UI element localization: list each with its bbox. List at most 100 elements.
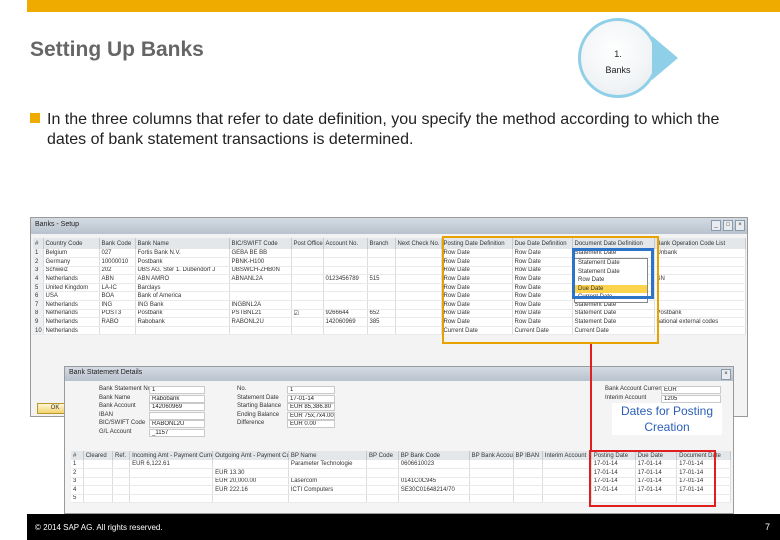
table-cell[interactable]: [129, 485, 214, 495]
table-cell[interactable]: [513, 460, 543, 469]
column-header[interactable]: Country Code: [43, 238, 100, 249]
table-cell[interactable]: [395, 309, 442, 319]
table-cell[interactable]: [323, 291, 368, 302]
table-cell[interactable]: [542, 494, 592, 503]
table-cell[interactable]: [654, 291, 746, 302]
table-cell[interactable]: [654, 266, 746, 276]
table-cell[interactable]: ABNANL2A: [229, 274, 292, 284]
field-value[interactable]: EUR 0.00: [287, 420, 335, 429]
table-cell[interactable]: EUR 6,122.61: [129, 460, 214, 469]
table-cell[interactable]: [83, 468, 114, 478]
table-cell[interactable]: [323, 249, 368, 259]
field-value[interactable]: Rabobank: [149, 394, 205, 403]
column-header[interactable]: Bank Code: [99, 238, 136, 249]
table-cell[interactable]: [367, 291, 396, 302]
table-cell[interactable]: [212, 494, 289, 503]
table-cell[interactable]: [129, 477, 214, 486]
column-header[interactable]: BP IBAN: [513, 451, 543, 460]
table-cell[interactable]: [112, 494, 131, 503]
table-cell[interactable]: [323, 326, 368, 336]
table-cell[interactable]: Unbank: [654, 249, 746, 259]
column-header[interactable]: Bank Operation Code List: [654, 238, 746, 249]
field-value[interactable]: 1205: [661, 394, 721, 403]
table-cell[interactable]: Germany: [43, 257, 100, 267]
table-cell[interactable]: [83, 494, 114, 503]
table-cell[interactable]: UBS AG. Ster 1. Dübendorf J: [135, 266, 230, 276]
table-cell[interactable]: [323, 266, 368, 276]
column-header[interactable]: Branch: [367, 238, 396, 249]
column-header[interactable]: #: [71, 451, 84, 460]
table-cell[interactable]: [654, 326, 746, 336]
field-value[interactable]: EUR: [661, 386, 721, 394]
table-cell[interactable]: [288, 494, 368, 503]
table-cell[interactable]: [469, 460, 514, 469]
table-cell[interactable]: 0141C0C945: [398, 477, 470, 486]
field-value[interactable]: RABONL2U: [149, 420, 205, 429]
table-cell[interactable]: [367, 257, 396, 267]
table-cell[interactable]: [395, 326, 442, 336]
table-cell[interactable]: EUR 13.30: [212, 468, 289, 478]
table-cell[interactable]: SN: [654, 274, 746, 284]
table-cell[interactable]: 027: [99, 249, 136, 259]
column-header[interactable]: BP Name: [288, 451, 368, 460]
table-cell[interactable]: [291, 249, 324, 259]
table-cell[interactable]: [291, 317, 324, 327]
table-cell[interactable]: [398, 494, 470, 503]
table-cell[interactable]: 0606610023: [398, 460, 470, 469]
column-header[interactable]: BP Bank Code: [398, 451, 470, 460]
table-cell[interactable]: [291, 266, 324, 276]
table-cell[interactable]: [135, 326, 230, 336]
table-cell[interactable]: Lasercom: [288, 477, 368, 486]
table-cell[interactable]: [129, 468, 214, 478]
table-cell[interactable]: [395, 300, 442, 310]
table-cell[interactable]: [291, 274, 324, 284]
table-cell[interactable]: [212, 460, 289, 469]
field-value[interactable]: [149, 411, 205, 420]
field-value[interactable]: 17-01-14: [287, 394, 335, 403]
table-cell[interactable]: EUR 222.16: [212, 485, 289, 495]
table-cell[interactable]: [395, 283, 442, 293]
table-cell[interactable]: [469, 494, 514, 503]
table-cell[interactable]: 9266644: [323, 309, 368, 319]
table-cell[interactable]: [469, 485, 514, 495]
table-cell[interactable]: [542, 468, 592, 478]
table-cell[interactable]: POST3: [99, 309, 136, 319]
table-cell[interactable]: INGBNL2A: [229, 300, 292, 310]
table-cell[interactable]: 515: [367, 274, 396, 284]
table-cell[interactable]: PBNK-H100: [229, 257, 292, 267]
table-cell[interactable]: [654, 283, 746, 293]
table-cell[interactable]: [112, 460, 131, 469]
table-cell[interactable]: RABO: [99, 317, 136, 327]
table-cell[interactable]: 202: [99, 266, 136, 276]
table-cell[interactable]: Schweiz: [43, 266, 100, 276]
table-cell[interactable]: BOA: [99, 291, 136, 302]
table-cell[interactable]: [83, 477, 114, 486]
table-cell[interactable]: [395, 291, 442, 302]
column-header[interactable]: Post Office: [291, 238, 324, 249]
table-cell[interactable]: [469, 477, 514, 486]
table-cell[interactable]: [513, 485, 543, 495]
field-value[interactable]: EUR 75x,7x4.00: [287, 411, 335, 420]
table-cell[interactable]: [654, 257, 746, 267]
table-cell[interactable]: [395, 249, 442, 259]
field-value[interactable]: 142060969: [149, 403, 205, 412]
column-header[interactable]: Interim Account: [542, 451, 592, 460]
table-cell[interactable]: Postbank: [654, 309, 746, 319]
table-cell[interactable]: [229, 283, 292, 293]
table-cell[interactable]: Postbank: [135, 309, 230, 319]
column-header[interactable]: #: [33, 238, 44, 249]
table-cell[interactable]: United Kingdom: [43, 283, 100, 293]
table-cell[interactable]: [367, 266, 396, 276]
table-cell[interactable]: [112, 485, 131, 495]
table-cell[interactable]: ICTI Computers: [288, 485, 368, 495]
table-cell[interactable]: [99, 326, 136, 336]
table-cell[interactable]: [323, 257, 368, 267]
table-cell[interactable]: [129, 494, 214, 503]
table-cell[interactable]: ☑: [291, 309, 324, 319]
table-cell[interactable]: Netherlands: [43, 300, 100, 310]
table-cell[interactable]: [229, 326, 292, 336]
column-header[interactable]: BIC/SWIFT Code: [229, 238, 292, 249]
column-header[interactable]: Incoming Amt - Payment Currency: [129, 451, 214, 460]
maximize-button[interactable]: □: [723, 220, 733, 231]
table-cell[interactable]: national external codes: [654, 317, 746, 327]
